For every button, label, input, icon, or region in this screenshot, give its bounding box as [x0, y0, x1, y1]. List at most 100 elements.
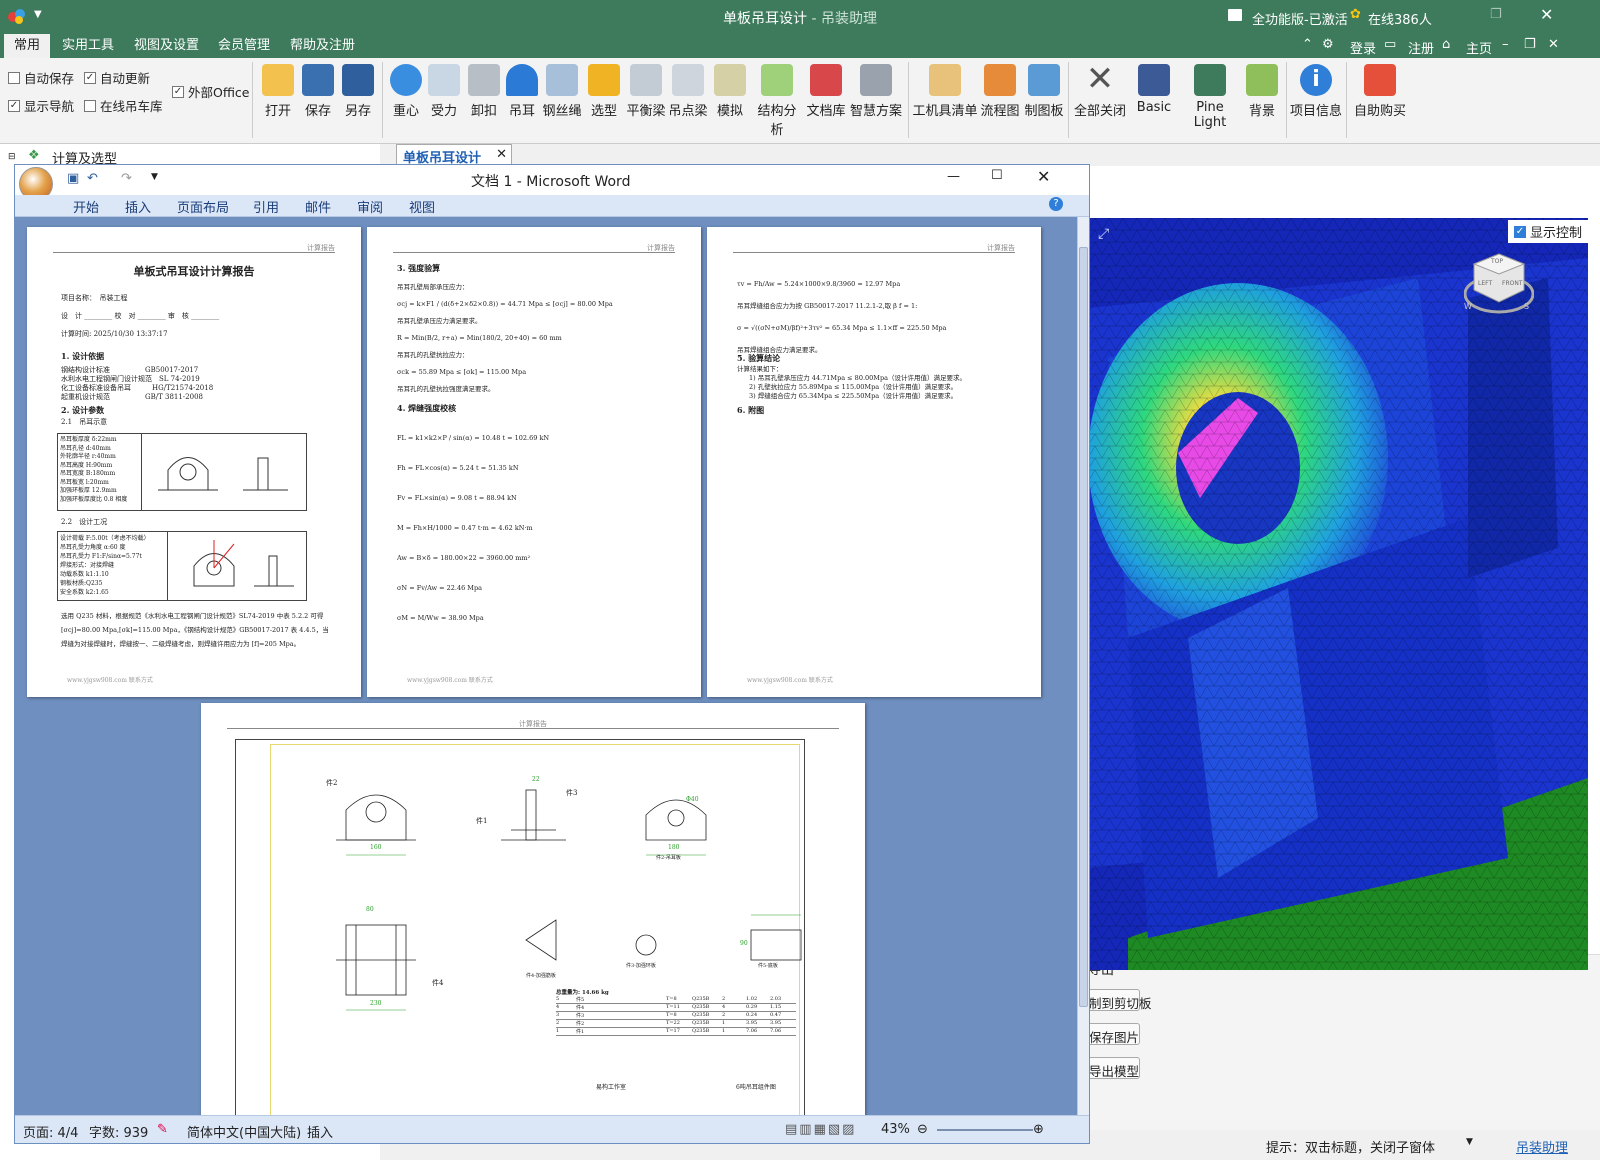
external-office-checkbox[interactable]: ✓ 外部Office	[172, 82, 250, 101]
word-tab-review[interactable]: 审阅	[357, 197, 383, 216]
save-image-button[interactable]: 保存图片	[1082, 1023, 1140, 1045]
word-tab-mailings[interactable]: 邮件	[305, 197, 331, 216]
zoom-slider[interactable]	[937, 1129, 1033, 1131]
status-dropdown-icon[interactable]: ▼	[1466, 1137, 1473, 1147]
word-tab-layout[interactable]: 页面布局	[177, 197, 229, 216]
show-control-checkbox[interactable]: ✓ 显示控制	[1507, 220, 1588, 243]
dim-80: 80	[366, 906, 374, 913]
tree-expand-icon[interactable]: ⊟	[8, 152, 16, 162]
save-as-button[interactable]: 另存	[336, 64, 380, 119]
quick-access-dropdown-icon[interactable]: ▼	[151, 172, 158, 182]
word-maximize-button[interactable]: ☐	[991, 168, 1003, 183]
cart-icon	[1364, 64, 1396, 96]
theme-basic-button[interactable]: Basic	[1132, 64, 1176, 115]
structure-analysis-button[interactable]: 结构分析	[752, 64, 802, 138]
register-link[interactable]: 注册	[1408, 38, 1434, 57]
settings-icon[interactable]: ⚙	[1322, 37, 1334, 52]
collapse-ribbon-icon[interactable]: ⌃	[1302, 37, 1313, 52]
load-7: 安全系数 k2:1.65	[60, 589, 109, 596]
mdi-restore-button[interactable]: ❐	[1524, 37, 1536, 52]
online-users-count: 在线386人	[1368, 13, 1432, 28]
fit-view-icon[interactable]: ⤢	[1098, 226, 1109, 242]
lifting-beam-button[interactable]: 吊点梁	[666, 64, 710, 119]
word-language[interactable]: 简体中文(中国大陆)	[187, 1122, 301, 1141]
crane-selection-button[interactable]: 选型	[582, 64, 626, 119]
autoupdate-checkbox[interactable]: ✓ 自动更新	[84, 68, 150, 87]
view-buttons-icon[interactable]: ▤▥▦▧▨	[785, 1122, 856, 1137]
ribbon-separator	[1346, 62, 1347, 138]
background-button[interactable]: 背景	[1240, 64, 1284, 119]
word-close-button[interactable]: ✕	[1037, 167, 1050, 186]
home-link[interactable]: 主页	[1466, 38, 1492, 57]
word-document-canvas[interactable]: 计算报告 单板式吊耳设计计算报告 项目名称： 吊装工程 设 计 ________…	[15, 217, 1077, 1115]
bom-row: 1 件1 T=17 Q235B 1 7.06 7.06	[556, 1028, 796, 1036]
word-page-count[interactable]: 页面: 4/4	[23, 1122, 78, 1141]
self-purchase-button[interactable]: 自助购买	[1350, 64, 1410, 119]
word-save-icon[interactable]: ▣	[67, 171, 79, 186]
export-model-button[interactable]: 导出模型	[1082, 1057, 1140, 1079]
copy-to-clipboard-button[interactable]: 制到剪切板	[1082, 989, 1152, 1011]
word-status-bar: 页面: 4/4 字数: 939 ✎ 简体中文(中国大陆) 插入 ▤▥▦▧▨ 43…	[15, 1115, 1089, 1143]
menu-tab-common[interactable]: 常用	[4, 34, 51, 58]
ref-4: 起重机设计规范 GB/T 3811-2008	[61, 393, 203, 401]
rope-icon	[546, 64, 578, 96]
restore-button[interactable]: ❐	[1490, 7, 1502, 22]
zoom-in-icon[interactable]: ⊕	[1033, 1122, 1044, 1137]
force-button[interactable]: 受力	[422, 64, 466, 119]
drawing-board-button[interactable]: 制图板	[1022, 64, 1066, 119]
zoom-out-icon[interactable]: ⊖	[917, 1122, 928, 1137]
lifting-lug-button[interactable]: 吊耳	[500, 64, 544, 119]
open-button[interactable]: 打开	[256, 64, 300, 119]
theme-pine-light-button[interactable]: Pine Light	[1180, 64, 1240, 130]
menu-tab-utilities[interactable]: 实用工具	[52, 34, 124, 58]
project-info-button[interactable]: i 项目信息	[1290, 64, 1342, 119]
word-help-icon[interactable]: ?	[1049, 197, 1063, 211]
tool-list-button[interactable]: 工机具清单	[912, 64, 978, 119]
load-sketch	[193, 540, 294, 587]
word-redo-icon[interactable]: ↷	[121, 171, 132, 186]
word-tab-view[interactable]: 视图	[409, 197, 435, 216]
fea-mesh-render	[1088, 218, 1588, 970]
word-tab-insert[interactable]: 插入	[125, 197, 151, 216]
document-library-button[interactable]: 文档库	[804, 64, 848, 119]
word-minimize-button[interactable]: —	[947, 169, 960, 184]
save-button[interactable]: 保存	[296, 64, 340, 119]
mdi-close-button[interactable]: ✕	[1548, 37, 1559, 52]
home-icon: ⌂	[1442, 37, 1451, 52]
login-link[interactable]: 登录	[1350, 38, 1376, 57]
wire-rope-button[interactable]: 钢丝绳	[540, 64, 584, 119]
crane-icon	[588, 64, 620, 96]
spreader-beam-button[interactable]: 平衡梁	[624, 64, 668, 119]
weld-line-2: Fh = FL×cos(α) = 5.24 t = 51.35 kN	[397, 464, 519, 472]
menu-tab-help[interactable]: 帮助及注册	[280, 34, 365, 58]
export-group: 导出 制到剪切板 保存图片 导出模型	[1082, 954, 1600, 1130]
status-app-link[interactable]: 吊装助理	[1516, 1137, 1568, 1156]
autosave-checkbox[interactable]: 自动保存	[8, 68, 74, 87]
word-word-count[interactable]: 字数: 939	[89, 1122, 148, 1141]
smart-solution-button[interactable]: 智慧方案	[848, 64, 904, 119]
mdi-minimize-button[interactable]: –	[1502, 37, 1509, 52]
menu-tab-view-settings[interactable]: 视图及设置	[124, 34, 209, 58]
flowchart-button[interactable]: 流程图	[978, 64, 1022, 119]
word-vertical-scrollbar[interactable]	[1077, 217, 1089, 1115]
menu-tab-membership[interactable]: 会员管理	[208, 34, 280, 58]
3d-fea-viewport[interactable]: ⤢ ✓ 显示控制 TOP FRONT LEFT W S	[1088, 218, 1588, 970]
close-all-button[interactable]: ✕ 全部关闭	[1072, 62, 1128, 119]
word-insert-mode[interactable]: 插入	[307, 1122, 333, 1141]
document-tab[interactable]: 单板吊耳设计 ✕	[396, 144, 512, 166]
sign-line: 设 计 ________ 校 对 ________ 审 核 ________	[61, 312, 220, 320]
pine-theme-icon	[1194, 64, 1226, 96]
simulation-button[interactable]: 模拟	[708, 64, 752, 119]
online-crane-lib-checkbox[interactable]: 在线吊车库	[84, 96, 163, 115]
show-nav-checkbox[interactable]: ✓ 显示导航	[8, 96, 74, 115]
view-cube[interactable]: TOP FRONT LEFT W S	[1463, 246, 1535, 316]
word-zoom-level[interactable]: 43%	[881, 1122, 910, 1137]
scroll-thumb[interactable]	[1079, 247, 1088, 1007]
tab-close-icon[interactable]: ✕	[496, 147, 507, 162]
proofing-icon[interactable]: ✎	[157, 1122, 168, 1137]
word-undo-icon[interactable]: ↶	[87, 171, 98, 186]
word-tab-home[interactable]: 开始	[73, 197, 99, 216]
close-button[interactable]: ✕	[1540, 5, 1553, 24]
calc-line-5: 吊耳孔的孔壁抗拉应力：	[397, 351, 469, 359]
word-tab-references[interactable]: 引用	[253, 197, 279, 216]
